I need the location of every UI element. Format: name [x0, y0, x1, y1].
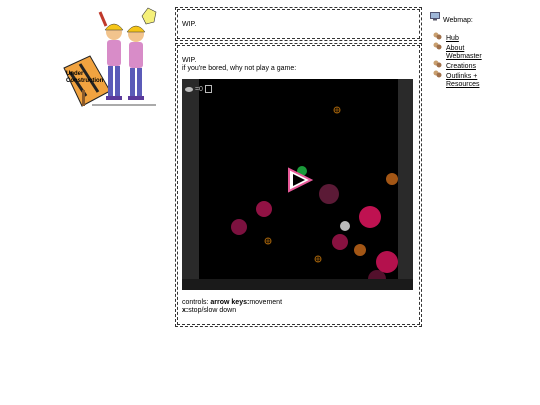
sign-text-1: Under	[66, 71, 84, 77]
nav-link-creations[interactable]: Creations	[446, 63, 476, 71]
enemy-blob	[376, 251, 398, 273]
nav-link-outlinks[interactable]: Outlinks +	[446, 73, 477, 81]
nav-link-about[interactable]: About	[446, 45, 464, 53]
controls-line-2: x:stop/slow down	[182, 307, 236, 315]
game-hud: =0	[185, 85, 212, 93]
nav-link-resources[interactable]: Resources	[446, 81, 479, 89]
controls-arrow-label: arrow keys:	[210, 299, 250, 306]
enemy-blob	[256, 201, 272, 217]
under-construction-illustration: Under Construction	[62, 6, 158, 108]
controls-x-desc: stop/slow down	[188, 307, 237, 314]
game-playfield[interactable]	[199, 79, 398, 288]
outlinks-icon	[433, 70, 442, 78]
game-canvas[interactable]: =0	[182, 79, 413, 290]
controls-arrow-desc: movement	[249, 299, 283, 306]
creations-icon	[433, 60, 442, 68]
enemy-blob	[231, 219, 247, 235]
bored-text: if you're bored, why not play a game:	[182, 65, 297, 72]
webmap-title: Webmap:	[443, 17, 473, 24]
main-content-box: WIP. if you're bored, why not play a gam…	[175, 43, 422, 327]
hud-counter: =0	[194, 85, 203, 93]
hub-icon	[433, 32, 442, 40]
sign-text-2: Construction	[66, 78, 104, 84]
enemy-blob	[332, 234, 348, 250]
enemy-blob	[386, 173, 398, 185]
game-bottom-bar	[182, 279, 413, 290]
player-ship	[288, 166, 314, 193]
top-wip-text: WIP.	[182, 21, 197, 28]
worker-right	[126, 7, 157, 100]
top-status-box: WIP.	[175, 7, 422, 41]
target-marker	[333, 106, 341, 114]
controls-prefix: controls:	[182, 299, 211, 306]
map-icon	[430, 12, 440, 21]
enemy-blob	[319, 184, 339, 204]
target-marker	[264, 237, 272, 245]
nav-link-hub[interactable]: Hub	[446, 35, 459, 43]
pickup-dot	[340, 221, 350, 231]
main-wip-text: WIP.	[182, 57, 197, 64]
battery-icon	[204, 85, 212, 93]
target-marker	[314, 255, 322, 263]
nav-link-webmaster[interactable]: Webmaster	[446, 53, 482, 61]
enemy-blob	[359, 206, 381, 228]
about-icon	[433, 42, 442, 50]
eye-icon	[185, 86, 193, 92]
controls-line-1: controls: arrow keys:movement	[182, 299, 282, 307]
enemy-blob	[354, 244, 366, 256]
